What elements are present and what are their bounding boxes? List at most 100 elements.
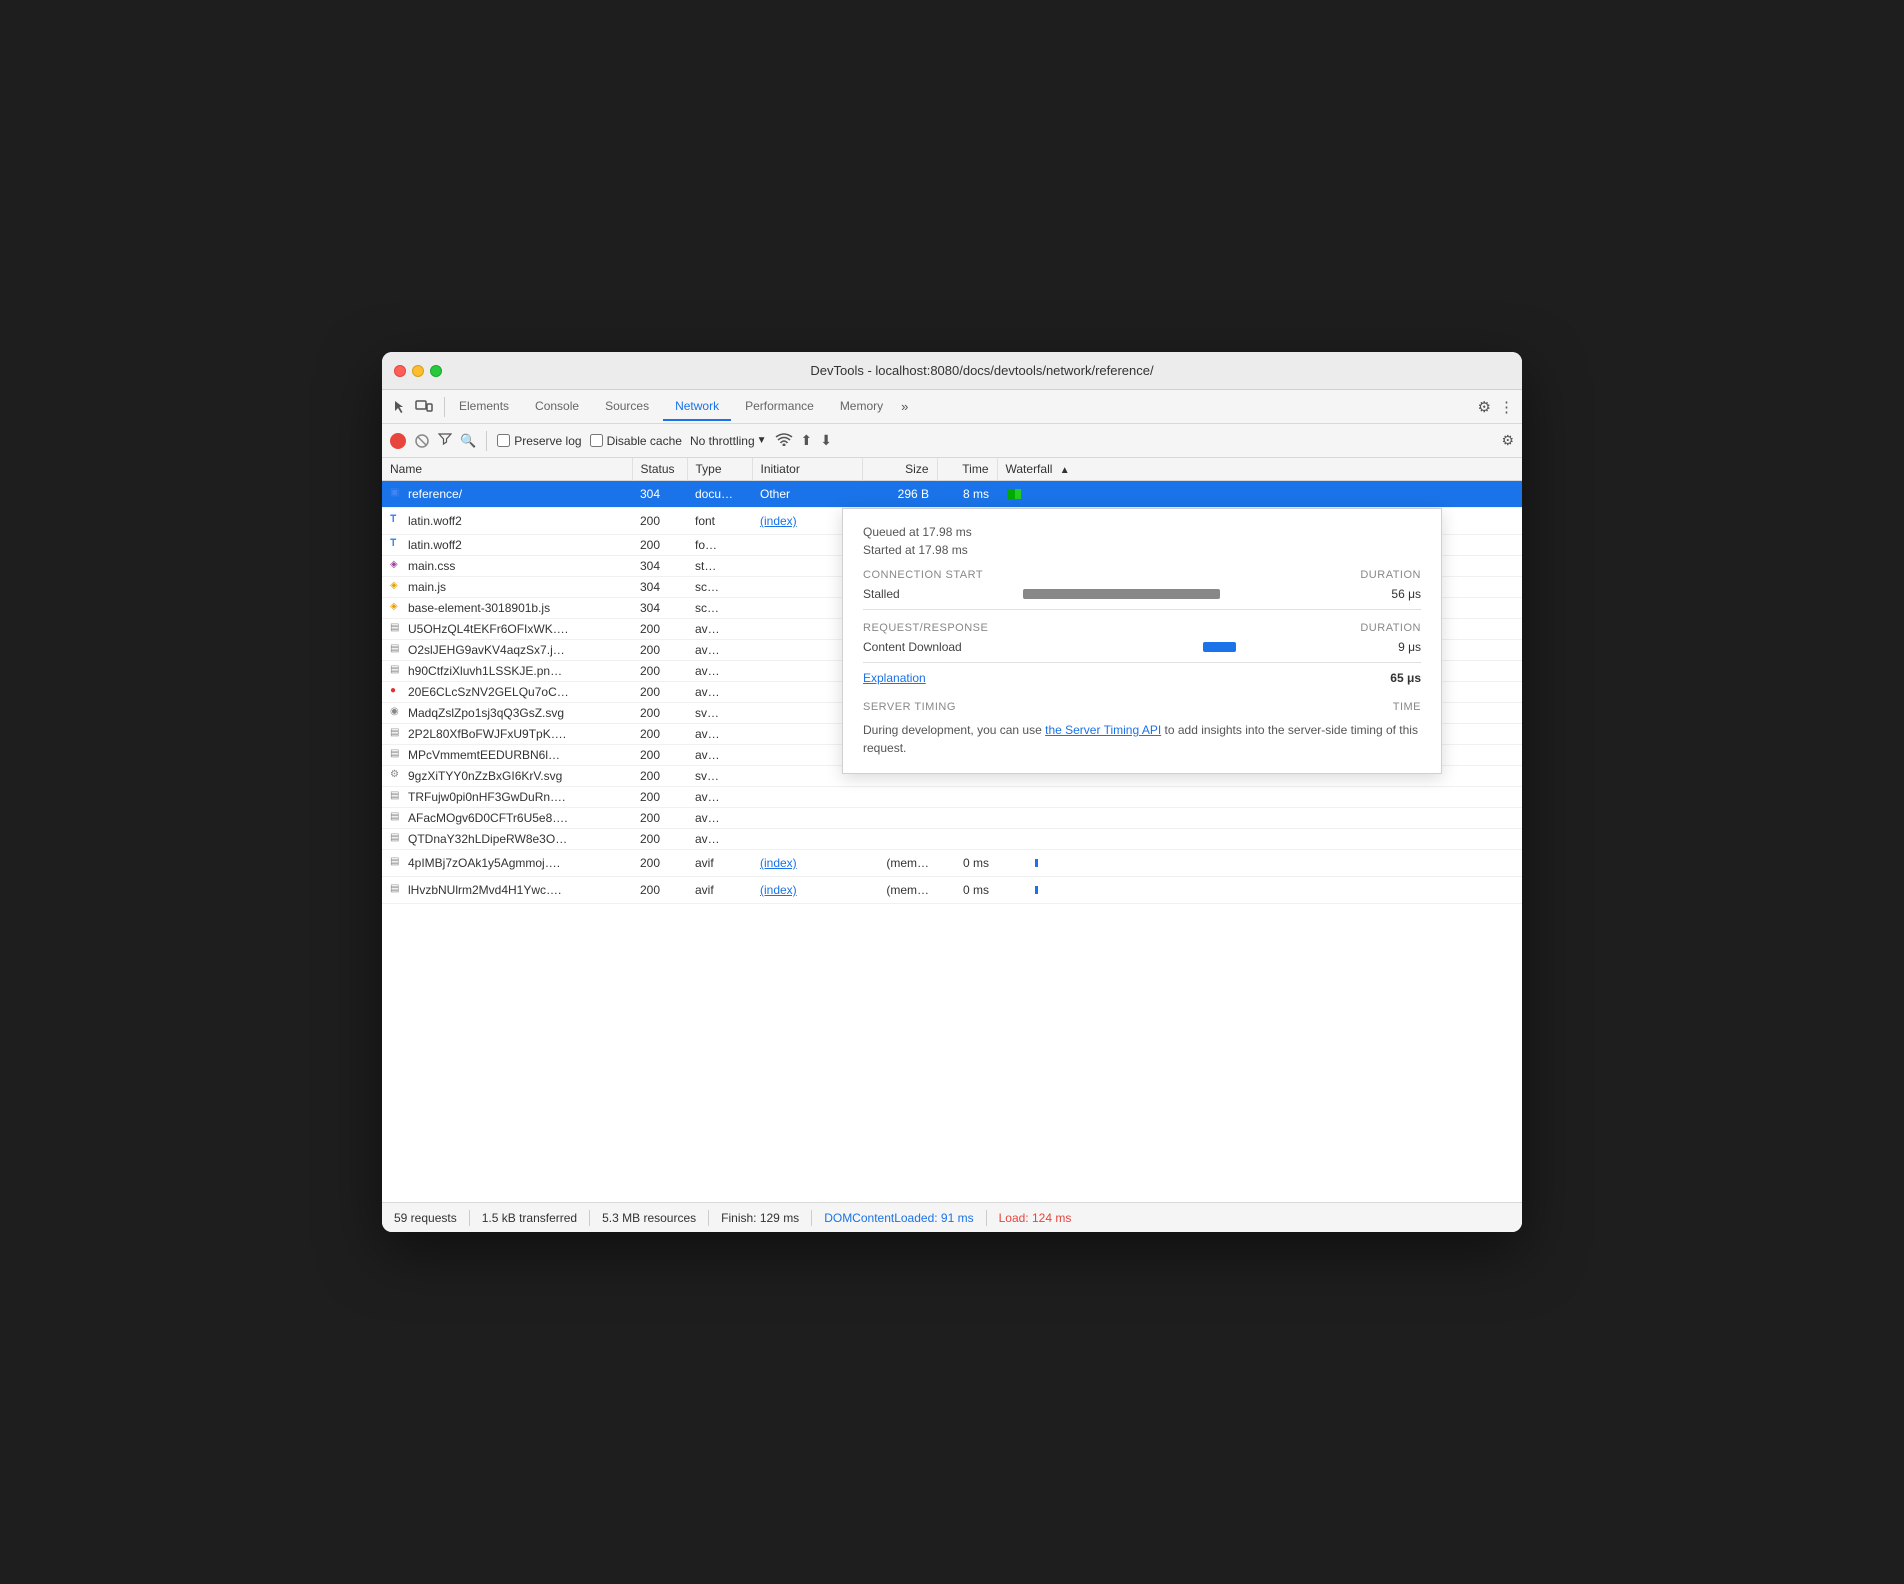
cell-type: av… (687, 808, 752, 829)
table-row[interactable]: ▤TRFujw0pi0nHF3GwDuRn….200av… (382, 787, 1522, 808)
cell-initiator (752, 829, 862, 850)
file-type-icon: ▤ (390, 883, 404, 897)
maximize-button[interactable] (430, 365, 442, 377)
cell-status: 200 (632, 877, 687, 904)
cell-type: st… (687, 556, 752, 577)
file-type-icon: ▤ (390, 790, 404, 804)
close-button[interactable] (394, 365, 406, 377)
cell-status: 200 (632, 766, 687, 787)
window-title: DevTools - localhost:8080/docs/devtools/… (454, 363, 1510, 378)
file-type-icon: ◉ (390, 706, 404, 720)
traffic-lights (394, 365, 442, 377)
initiator-link[interactable]: (index) (760, 856, 797, 870)
cell-name: ▤h90CtfziXluvh1LSSKJE.pn… (382, 661, 632, 682)
col-header-initiator[interactable]: Initiator (752, 458, 862, 481)
initiator-link[interactable]: (index) (760, 514, 797, 528)
col-header-type[interactable]: Type (687, 458, 752, 481)
table-row[interactable]: ▤4pIMBj7zOAk1y5Agmmoj….200avif(index)(me… (382, 850, 1522, 877)
tab-memory[interactable]: Memory (828, 393, 895, 421)
col-header-time[interactable]: Time (937, 458, 997, 481)
cursor-icon[interactable] (390, 397, 410, 417)
file-type-icon: 𝐓 (390, 514, 404, 528)
search-icon[interactable]: 🔍 (460, 433, 476, 449)
cell-name: ▤lHvzbNUlrm2Mvd4H1Ywc…. (382, 877, 632, 904)
file-type-icon: ◈ (390, 601, 404, 615)
file-type-icon: ▤ (390, 622, 404, 636)
chevron-down-icon: ▼ (757, 435, 767, 446)
throttle-dropdown[interactable]: No throttling ▼ (690, 434, 767, 448)
table-row[interactable]: ▣reference/304docu…Other296 B8 ms (382, 481, 1522, 508)
cell-initiator: Other (752, 481, 862, 508)
tab-bar-right: ⚙ ⋮ (1478, 398, 1514, 416)
more-options-icon[interactable]: ⋮ (1499, 398, 1514, 416)
initiator-link[interactable]: (index) (760, 883, 797, 897)
settings-icon[interactable]: ⚙ (1478, 398, 1491, 416)
table-row[interactable]: ▤AFacMOgv6D0CFTr6U5e8….200av… (382, 808, 1522, 829)
server-timing-text: During development, you can use the Serv… (863, 721, 1421, 757)
cell-time: 0 ms (937, 877, 997, 904)
cell-status: 200 (632, 850, 687, 877)
preserve-log-input[interactable] (497, 434, 510, 447)
tab-performance[interactable]: Performance (733, 393, 826, 421)
filter-icon[interactable] (438, 432, 452, 449)
tab-network[interactable]: Network (663, 393, 731, 421)
device-toggle-icon[interactable] (414, 397, 434, 417)
table-row[interactable]: ▤QTDnaY32hLDipeRW8e3O…200av… (382, 829, 1522, 850)
cell-type: av… (687, 619, 752, 640)
cell-name: ▤U5OHzQL4tEKFr6OFIxWK…. (382, 619, 632, 640)
title-bar: DevTools - localhost:8080/docs/devtools/… (382, 352, 1522, 390)
disable-cache-checkbox[interactable]: Disable cache (590, 434, 682, 448)
cell-type: avif (687, 877, 752, 904)
devtools-window: DevTools - localhost:8080/docs/devtools/… (382, 352, 1522, 1232)
server-timing-api-link[interactable]: the Server Timing API (1045, 723, 1161, 737)
cell-waterfall (997, 829, 1522, 850)
cell-type: avif (687, 850, 752, 877)
cell-type: font (687, 508, 752, 535)
tab-console[interactable]: Console (523, 393, 591, 421)
cell-waterfall (997, 481, 1522, 508)
col-header-size[interactable]: Size (862, 458, 937, 481)
tab-bar: Elements Console Sources Network Perform… (382, 390, 1522, 424)
table-row[interactable]: ▤lHvzbNUlrm2Mvd4H1Ywc….200avif (index) (me… (382, 877, 1522, 904)
preserve-log-checkbox[interactable]: Preserve log (497, 434, 581, 448)
content-download-row: Content Download 9 μs (863, 640, 1421, 654)
col-header-name[interactable]: Name (382, 458, 632, 481)
file-type-icon: ▤ (390, 643, 404, 657)
minimize-button[interactable] (412, 365, 424, 377)
waterfall-bar-container (1005, 880, 1514, 900)
col-header-status[interactable]: Status (632, 458, 687, 481)
disable-cache-input[interactable] (590, 434, 603, 447)
cell-type: sc… (687, 598, 752, 619)
cell-status: 200 (632, 661, 687, 682)
tab-elements[interactable]: Elements (447, 393, 521, 421)
cell-name: ◈main.js (382, 577, 632, 598)
divider (863, 609, 1421, 610)
record-button[interactable] (390, 433, 406, 449)
cell-size: (mem… (862, 850, 937, 877)
file-type-icon: ▤ (390, 856, 404, 870)
explanation-link[interactable]: Explanation (863, 671, 926, 685)
separator (986, 1210, 987, 1226)
clear-button[interactable] (414, 433, 430, 449)
upload-icon[interactable]: ⬆ (801, 432, 813, 449)
tab-sources[interactable]: Sources (593, 393, 661, 421)
cell-status: 304 (632, 481, 687, 508)
cell-type: av… (687, 745, 752, 766)
sort-arrow: ▲ (1060, 465, 1070, 476)
cell-name: ▤O2slJEHG9avKV4aqzSx7.j… (382, 640, 632, 661)
file-type-icon: ◈ (390, 580, 404, 594)
cell-initiator: (index) (752, 850, 862, 877)
cell-name: ●20E6CLcSzNV2GELQu7oC… (382, 682, 632, 703)
cell-name: 𝐓latin.woff2 (382, 535, 632, 556)
cell-name: ◉MadqZslZpo1sj3qQ3GsZ.svg (382, 703, 632, 724)
cell-name: ▤QTDnaY32hLDipeRW8e3O… (382, 829, 632, 850)
network-settings-icon[interactable]: ⚙ (1501, 432, 1514, 449)
more-tabs-icon[interactable]: » (901, 399, 908, 414)
col-header-waterfall[interactable]: Waterfall ▲ (997, 458, 1522, 481)
cell-status: 200 (632, 682, 687, 703)
cell-size: (mem… (862, 877, 937, 904)
stalled-bar (1023, 589, 1220, 599)
separator (589, 1210, 590, 1226)
download-icon[interactable]: ⬇ (820, 432, 832, 449)
requests-count: 59 requests (394, 1211, 457, 1225)
